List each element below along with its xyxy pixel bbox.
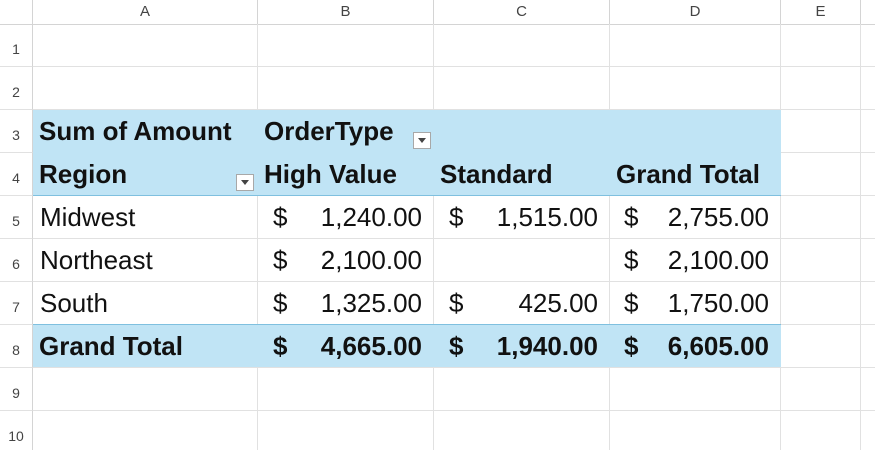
pivot-column-header-standard[interactable]: Standard: [440, 153, 553, 196]
row-header-1[interactable]: 1: [0, 24, 33, 67]
pivot-column-header-grand-total[interactable]: Grand Total: [616, 153, 760, 196]
pivot-value-cell[interactable]: $ 1,325.00: [273, 282, 422, 325]
cell-value: 1,325.00: [320, 288, 422, 318]
column-header-a[interactable]: A: [33, 0, 258, 24]
pivot-value-cell[interactable]: $ 425.00: [449, 282, 598, 325]
currency-symbol: $: [624, 288, 639, 318]
dropdown-arrow-icon[interactable]: [413, 132, 431, 149]
pivot-value-cell[interactable]: $ 2,100.00: [624, 239, 769, 282]
currency-symbol: $: [273, 288, 288, 318]
pivot-value-cell[interactable]: [449, 239, 598, 282]
pivot-grand-total-cell[interactable]: $ 4,665.00: [273, 325, 422, 368]
currency-symbol: $: [273, 245, 288, 275]
pivot-row-label[interactable]: Midwest: [40, 196, 135, 239]
pivot-column-header-high-value[interactable]: High Value: [264, 153, 397, 196]
row-header-7[interactable]: 7: [0, 282, 33, 325]
column-header-e[interactable]: E: [781, 0, 861, 24]
cell-value: 6,605.00: [667, 331, 769, 361]
dropdown-arrow-icon[interactable]: [236, 174, 254, 191]
cell-value: 2,755.00: [667, 202, 769, 232]
cell-value: 425.00: [518, 288, 598, 318]
pivot-row-field-label[interactable]: Region: [39, 153, 127, 196]
gridline: [780, 24, 781, 450]
pivot-grand-total-label[interactable]: Grand Total: [39, 325, 183, 368]
pivot-value-cell[interactable]: $ 1,240.00: [273, 196, 422, 239]
cell-value: 1,515.00: [496, 202, 598, 232]
pivot-value-cell[interactable]: $ 2,755.00: [624, 196, 769, 239]
gridline: [609, 24, 610, 450]
column-header-row: A B C D E: [0, 0, 875, 25]
row-header-4[interactable]: 4: [0, 153, 33, 196]
row-header-8[interactable]: 8: [0, 325, 33, 368]
row-header-3[interactable]: 3: [0, 110, 33, 153]
currency-symbol: $: [624, 331, 639, 361]
spreadsheet-grid[interactable]: A B C D E 1 2 3 4 5 6 7 8 9 10 Sum of Am…: [0, 0, 875, 450]
currency-symbol: $: [624, 202, 639, 232]
pivot-value-cell[interactable]: $ 1,515.00: [449, 196, 598, 239]
cell-value: 4,665.00: [320, 331, 422, 361]
currency-symbol: $: [273, 202, 288, 232]
currency-symbol: $: [449, 202, 464, 232]
pivot-values-label[interactable]: Sum of Amount: [39, 110, 232, 153]
pivot-value-cell[interactable]: $ 1,750.00: [624, 282, 769, 325]
row-header-6[interactable]: 6: [0, 239, 33, 282]
pivot-column-field-label[interactable]: OrderType: [264, 110, 394, 153]
cell-value: 2,100.00: [320, 245, 422, 275]
pivot-row-label[interactable]: South: [40, 282, 108, 325]
cell-value: 1,240.00: [320, 202, 422, 232]
gridline: [33, 66, 875, 67]
select-all-corner[interactable]: [0, 0, 33, 24]
pivot-row-label[interactable]: Northeast: [40, 239, 153, 282]
gridline: [257, 24, 258, 450]
currency-symbol: $: [449, 288, 464, 318]
column-header-d[interactable]: D: [610, 0, 781, 24]
gridline: [433, 24, 434, 450]
gridline: [860, 24, 861, 450]
gridline: [33, 410, 875, 411]
currency-symbol: $: [273, 331, 288, 361]
row-header-2[interactable]: 2: [0, 67, 33, 110]
cell-value: 2,100.00: [667, 245, 769, 275]
currency-symbol: $: [624, 245, 639, 275]
currency-symbol: $: [449, 331, 464, 361]
row-header-5[interactable]: 5: [0, 196, 33, 239]
pivot-grand-total-cell[interactable]: $ 1,940.00: [449, 325, 598, 368]
column-header-c[interactable]: C: [434, 0, 610, 24]
cell-value: 1,940.00: [496, 331, 598, 361]
pivot-grand-total-cell[interactable]: $ 6,605.00: [624, 325, 769, 368]
cell-value: 1,750.00: [667, 288, 769, 318]
row-header-10[interactable]: 10: [0, 411, 33, 450]
pivot-value-cell[interactable]: $ 2,100.00: [273, 239, 422, 282]
column-header-b[interactable]: B: [258, 0, 434, 24]
row-header-9[interactable]: 9: [0, 368, 33, 411]
